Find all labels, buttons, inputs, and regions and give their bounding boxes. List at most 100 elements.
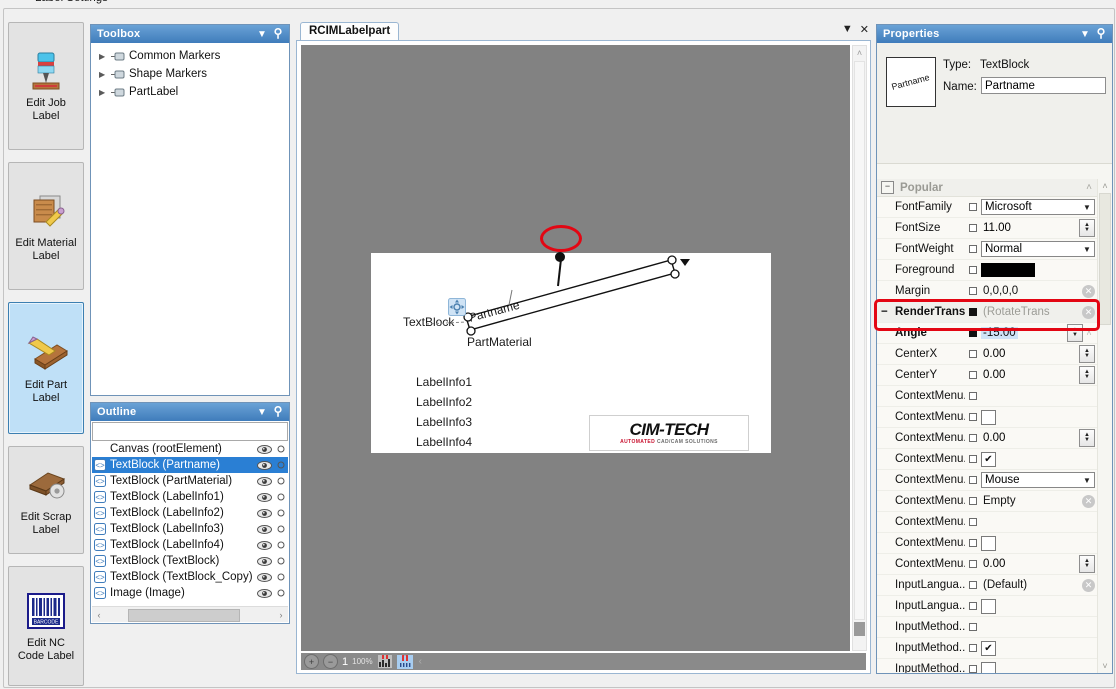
property-marker[interactable] xyxy=(965,476,981,484)
scroll-thumb[interactable] xyxy=(854,61,865,620)
color-swatch[interactable] xyxy=(981,263,1035,277)
spinner-buttons[interactable]: ▲ ▼ xyxy=(1079,345,1095,363)
property-row-contextmenu[interactable]: ContextMenu... Mouse ▼ xyxy=(877,470,1098,491)
label-page[interactable]: TextBlock Partname PartMaterial LabelInf… xyxy=(371,253,771,453)
property-marker[interactable] xyxy=(965,392,981,400)
property-row-angle[interactable]: Angle -15.00 ▲ ▼ ˄ xyxy=(877,323,1098,344)
toolbox-item-common-markers[interactable]: ▶ Common Markers xyxy=(91,47,289,65)
scroll-up-icon[interactable]: ˄ xyxy=(1098,181,1112,191)
minus-icon[interactable]: − xyxy=(881,306,888,318)
property-row-fontweight[interactable]: FontWeight Normal ▼ xyxy=(877,239,1098,260)
property-marker[interactable] xyxy=(965,497,981,505)
property-row-contextmenu[interactable]: ContextMenu... Empty ✕ xyxy=(877,491,1098,512)
canvas-partmaterial-label[interactable]: PartMaterial xyxy=(467,335,532,349)
property-row-inputmethod[interactable]: InputMethod.... ✔ xyxy=(877,638,1098,659)
properties-vertical-scrollbar[interactable]: ˄ ˅ xyxy=(1097,179,1112,673)
clear-icon[interactable]: ✕ xyxy=(1082,494,1095,508)
property-editor[interactable]: Mouse ▼ xyxy=(981,472,1098,488)
property-row-contextmenu[interactable]: ContextMenu... xyxy=(877,533,1098,554)
circle-icon[interactable] xyxy=(274,445,288,453)
canvas-labelinfo4[interactable]: LabelInfo4 xyxy=(416,435,472,449)
snap-grid-icon[interactable] xyxy=(377,655,393,669)
scroll-down-icon[interactable]: ˅ xyxy=(1098,661,1112,671)
circle-icon[interactable] xyxy=(274,461,288,469)
numeric-value[interactable]: -15.00 xyxy=(981,327,1018,339)
checkbox[interactable]: ✔ xyxy=(981,451,996,467)
property-marker[interactable] xyxy=(965,602,981,610)
canvas-labelinfo1[interactable]: LabelInfo1 xyxy=(416,375,472,389)
name-input[interactable] xyxy=(981,77,1106,94)
eye-icon[interactable] xyxy=(254,556,274,566)
chevron-up-icon[interactable]: ˄ xyxy=(1086,182,1092,193)
spinner-buttons[interactable]: ▲ ▼ xyxy=(1079,219,1095,237)
cim-tech-logo[interactable]: CIM-TECH AUTOMATED CAD/CAM SOLUTIONS xyxy=(589,415,749,451)
eye-icon[interactable] xyxy=(254,508,274,518)
edit-nc-code-label-button[interactable]: BARCODE Edit NC Code Label xyxy=(8,566,84,686)
property-row-contextmenu[interactable]: ContextMenu... xyxy=(877,386,1098,407)
property-marker[interactable] xyxy=(965,560,981,568)
property-marker[interactable] xyxy=(965,329,981,337)
checkbox[interactable] xyxy=(981,535,996,551)
canvas-labelinfo2[interactable]: LabelInfo2 xyxy=(416,395,472,409)
property-row-contextmenu[interactable]: ContextMenu... 0.00 ▲▼ xyxy=(877,554,1098,575)
checkbox[interactable] xyxy=(981,409,996,425)
canvas-partname-label[interactable]: Partname xyxy=(467,298,521,325)
property-row-rendertransfo[interactable]: −RenderTransfo... (RotateTrans ✕ xyxy=(877,302,1098,323)
property-editor[interactable]: ✔ xyxy=(981,640,1098,656)
triangle-right-icon[interactable]: ▶ xyxy=(99,88,111,97)
zoom-out-icon[interactable]: − xyxy=(323,654,338,669)
numeric-stepper[interactable]: 11.00 ▲ ▼ xyxy=(981,219,1095,237)
toolbox-item-partlabel[interactable]: ▶ PartLabel xyxy=(91,83,289,101)
property-row-contextmenu[interactable]: ContextMenu... ✔ xyxy=(877,449,1098,470)
tab-rcimlabelpart[interactable]: RCIMLabelpart xyxy=(300,22,400,40)
property-editor[interactable]: 0.00 ▲ ▼ xyxy=(981,429,1098,447)
property-marker[interactable] xyxy=(965,266,981,274)
property-row-margin[interactable]: Margin 0,0,0,0 ✕ xyxy=(877,281,1098,302)
numeric-stepper[interactable]: 0.00 ▲ ▼ xyxy=(981,555,1095,573)
pin-icon[interactable]: ⚲ xyxy=(1093,27,1109,40)
numeric-stepper[interactable]: 0.00 ▲ ▼ xyxy=(981,429,1095,447)
checkbox[interactable] xyxy=(981,661,996,673)
chevron-down-icon[interactable]: ▼ xyxy=(254,407,270,418)
numeric-stepper[interactable]: 0.00 ▲ ▼ xyxy=(981,366,1095,384)
property-editor[interactable]: ✔ xyxy=(981,451,1098,467)
eye-icon[interactable] xyxy=(254,460,274,470)
eye-icon[interactable] xyxy=(254,540,274,550)
property-marker[interactable] xyxy=(965,287,981,295)
edit-job-label-button[interactable]: Edit Job Label xyxy=(8,22,84,150)
scroll-thumb[interactable] xyxy=(1099,193,1111,325)
combo-box[interactable]: Normal ▼ xyxy=(981,241,1095,257)
property-marker[interactable] xyxy=(965,224,981,232)
spinner-buttons[interactable]: ▲ ▼ xyxy=(1079,429,1095,447)
canvas-labelinfo3[interactable]: LabelInfo3 xyxy=(416,415,472,429)
chevron-down-icon[interactable]: ▼ xyxy=(254,29,270,40)
scroll-up-icon[interactable]: ˄ xyxy=(853,46,866,60)
combo-box[interactable]: Mouse ▼ xyxy=(981,472,1095,488)
property-editor[interactable]: 0.00 ▲ ▼ xyxy=(981,345,1098,363)
property-marker[interactable] xyxy=(965,539,981,547)
scroll-thumb[interactable] xyxy=(128,609,240,622)
property-row-inputlangua[interactable]: InputLangua... xyxy=(877,596,1098,617)
snap-guides-icon[interactable] xyxy=(396,654,413,669)
spinner-buttons[interactable]: ▲ ▼ xyxy=(1067,324,1083,342)
property-row-foreground[interactable]: Foreground xyxy=(877,260,1098,281)
eye-icon[interactable] xyxy=(254,476,274,486)
property-editor[interactable]: 0,0,0,0 ✕ xyxy=(981,284,1098,298)
property-marker[interactable] xyxy=(965,434,981,442)
chevron-down-icon[interactable]: ▼ xyxy=(842,23,853,36)
triangle-right-icon[interactable]: ▶ xyxy=(99,52,111,61)
spinner-buttons[interactable]: ▲ ▼ xyxy=(1079,366,1095,384)
property-editor[interactable] xyxy=(981,661,1098,673)
outline-item[interactable]: <> TextBlock (TextBlock_Copy) xyxy=(92,569,288,585)
property-editor[interactable]: 0.00 ▲ ▼ xyxy=(981,366,1098,384)
pin-icon[interactable]: ⚲ xyxy=(270,405,286,418)
eye-icon[interactable] xyxy=(254,524,274,534)
close-icon[interactable]: ✕ xyxy=(860,23,869,36)
property-marker[interactable] xyxy=(965,371,981,379)
circle-icon[interactable] xyxy=(274,573,288,581)
property-marker[interactable] xyxy=(965,245,981,253)
outline-item[interactable]: <> TextBlock (TextBlock) xyxy=(92,553,288,569)
outline-item[interactable]: <> TextBlock (LabelInfo3) xyxy=(92,521,288,537)
circle-icon[interactable] xyxy=(274,557,288,565)
property-editor[interactable] xyxy=(981,598,1098,614)
